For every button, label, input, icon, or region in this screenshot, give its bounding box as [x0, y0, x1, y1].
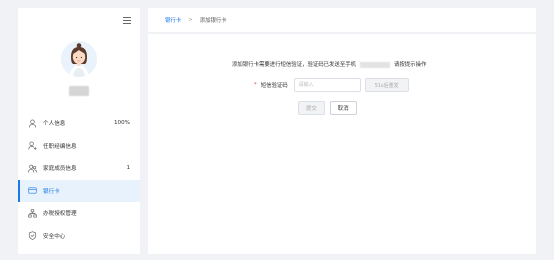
sidebar-nav: 个人信息 100% 任职经编信息 家庭成员信息 1 银行卡 办税授权管理 安全中… — [18, 112, 140, 247]
user-tag-icon — [28, 141, 37, 151]
completion-badge: 100% — [114, 120, 130, 127]
avatar-female-icon — [61, 41, 97, 77]
sidebar: 个人信息 100% 任职经编信息 家庭成员信息 1 银行卡 办税授权管理 安全中… — [18, 8, 140, 254]
org-chart-icon — [28, 209, 37, 218]
sms-code-input[interactable] — [293, 78, 361, 92]
required-mark: * — [254, 82, 257, 88]
notice-suffix: 请按提示操作 — [394, 62, 427, 68]
breadcrumb-separator: > — [188, 17, 193, 23]
breadcrumb: 银行卡 > 添加银行卡 — [148, 8, 536, 32]
sidebar-item-label: 银行卡 — [43, 188, 60, 195]
user-icon — [28, 119, 37, 128]
shield-icon — [28, 231, 37, 241]
sidebar-item-family-info[interactable]: 家庭成员信息 1 — [18, 157, 140, 180]
family-icon — [28, 164, 37, 173]
sms-code-label: 短信验证码 — [260, 83, 288, 89]
masked-phone-number — [360, 61, 390, 68]
sidebar-item-bank-card[interactable]: 银行卡 — [18, 179, 140, 202]
add-bank-card-panel: 添加银行卡需要进行短信验证，验证码已发送至手机 请按提示操作 * 短信验证码 51… — [148, 34, 536, 254]
sidebar-item-label: 任职经编信息 — [43, 143, 77, 150]
sms-code-row: * 短信验证码 51s后重发 — [254, 78, 409, 92]
submit-button[interactable]: 提交 — [298, 101, 325, 115]
notice-prefix: 添加银行卡需要进行短信验证，验证码已发送至手机 — [232, 62, 356, 68]
sidebar-item-employment-info[interactable]: 任职经编信息 — [18, 135, 140, 158]
sidebar-item-label: 家庭成员信息 — [43, 166, 77, 173]
cancel-button[interactable]: 取消 — [329, 101, 357, 115]
sidebar-item-tax-authorization[interactable]: 办税授权管理 — [18, 202, 140, 225]
bank-card-icon — [28, 186, 37, 195]
sidebar-item-security-center[interactable]: 安全中心 — [18, 225, 140, 248]
sms-verification-notice: 添加银行卡需要进行短信验证，验证码已发送至手机 请按提示操作 — [232, 60, 426, 68]
sidebar-item-personal-info[interactable]: 个人信息 100% — [18, 112, 140, 135]
menu-toggle-icon[interactable] — [123, 17, 131, 25]
username-masked — [69, 86, 89, 96]
resend-code-button[interactable]: 51s后重发 — [364, 78, 409, 92]
count-badge: 1 — [126, 165, 130, 172]
sidebar-item-label: 安全中心 — [43, 233, 66, 240]
sidebar-item-label: 个人信息 — [43, 121, 66, 128]
form-actions: 提交 取消 — [298, 101, 357, 115]
breadcrumb-current: 添加银行卡 — [199, 18, 227, 24]
sidebar-item-label: 办税授权管理 — [43, 211, 77, 218]
breadcrumb-bank-card-link[interactable]: 银行卡 — [165, 16, 181, 24]
avatar — [61, 41, 97, 77]
